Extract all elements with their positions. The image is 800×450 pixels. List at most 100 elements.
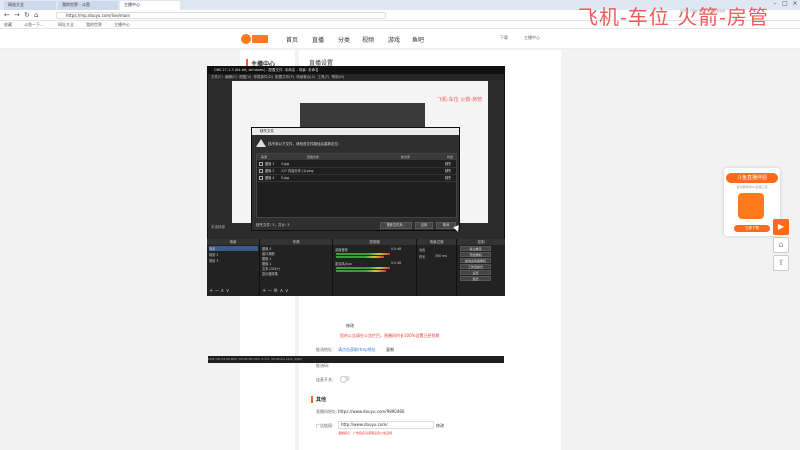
source-controls[interactable]: + − ⚙ ∧ ∨ — [262, 288, 289, 294]
push-url-link[interactable]: 请点击获取rtmp地址 — [338, 347, 376, 353]
mic-toggle-label: 连麦开关: — [316, 377, 334, 382]
obs-menu-item[interactable]: 视图(V) — [239, 75, 251, 79]
room-url: https://www.douyu.com/9890466 — [338, 409, 405, 414]
push-url-label: 推流地址: — [316, 347, 334, 352]
dock-title: 场景 — [207, 239, 259, 245]
browser-tab[interactable]: 我的世界 - 斗鱼 — [58, 1, 118, 10]
douyu-logo[interactable] — [240, 32, 270, 46]
dock-title: 混音器 — [333, 239, 416, 245]
site-header: 首页 直播 分类 视频 HOT 游戏 NEW 鱼吧 下载 主播中心 — [0, 29, 800, 68]
obs-menu-item[interactable]: 编辑(E) — [225, 75, 237, 79]
scene-item[interactable]: 场景 3 — [209, 258, 218, 263]
scene-controls[interactable]: + − ∧ ∨ — [209, 288, 229, 294]
missing-files-dialog[interactable]: 缺失文件 找不到以下文件，请检查文件路径后重新定位： 来源 原始文件 新文件 状… — [251, 127, 460, 231]
nav-live[interactable]: 直播 — [312, 35, 324, 44]
push-code-label: 推流码: — [316, 363, 330, 368]
preview-overlay-text: 飞机-车位 火箭-房管 — [437, 97, 483, 103]
obs-menu-item[interactable]: 场景集合(S) — [296, 75, 315, 79]
source-item[interactable]: 显示器采集 — [262, 271, 278, 276]
maximize-icon[interactable]: □ — [780, 0, 790, 8]
nav-video[interactable]: 视频 — [362, 35, 374, 44]
browser-tab-active[interactable]: 主播中心 — [120, 1, 180, 10]
bookmark-item[interactable]: 收藏 — [4, 22, 12, 28]
bookmark-item[interactable]: 斗鱼一下... — [24, 22, 44, 28]
ad-link-label: 广告链接: — [316, 423, 334, 428]
close-icon[interactable]: × — [790, 0, 800, 8]
transitions-dock: 场景过渡 淡出 时长 300 ms — [417, 239, 457, 296]
apply-button[interactable]: 应用 — [415, 222, 433, 229]
table-row[interactable]: 图像 2 117 内容分享 (1).png 缺失 — [257, 168, 456, 175]
stream-overlay-sub: 已开启上传和下载，无需再次请求 — [680, 9, 726, 13]
mixer-channel-db: 0.0 dB — [391, 261, 402, 265]
ad-link-input[interactable]: http://www.douyu.com/ — [338, 421, 434, 429]
studio-mode-button[interactable]: 工作室模式 — [460, 264, 491, 269]
home-float-icon[interactable]: ⌂ — [773, 237, 789, 253]
transition-select[interactable]: 淡出 — [419, 247, 425, 252]
settings-button[interactable]: 设置 — [460, 270, 491, 275]
ad-link-note: 温馨提示：广告链接请谨慎设置以免违规 — [338, 431, 393, 435]
nav-category[interactable]: 分类 — [338, 35, 350, 44]
table-header: 原始文件 — [277, 154, 365, 160]
table-row[interactable]: 图像 4 5.jpg 缺失 — [257, 175, 456, 182]
promo-subtitle: 官方推荐的PC直播工具 — [736, 185, 768, 189]
dock-title: 场景过渡 — [417, 239, 456, 245]
controls-dock: 控制 停止推流 开始录制 启动虚拟摄像机 工作室模式 设置 退出 — [457, 239, 505, 296]
bookmark-item[interactable]: 我的世界 — [86, 22, 102, 28]
exit-button[interactable]: 退出 — [460, 276, 491, 281]
checkbox[interactable] — [259, 169, 263, 173]
duration-input[interactable]: 300 ms — [435, 254, 447, 258]
table-header: 来源 — [257, 154, 277, 160]
nav-fishbar[interactable]: 鱼吧 — [412, 35, 424, 44]
audio-meter — [336, 256, 384, 258]
promo-download-button[interactable]: 立即下载 — [734, 225, 770, 232]
promo-widget[interactable]: 斗鱼直播伴侣 官方推荐的PC直播工具 立即下载 — [724, 168, 780, 236]
home-icon[interactable]: ⌂ — [34, 11, 38, 19]
play-icon[interactable]: ▶ — [773, 219, 789, 235]
dialog-footer-count: 缺失文件: 3，共计: 3 — [256, 223, 290, 227]
promo-app-icon — [738, 193, 764, 219]
mixer-channel-name: 麦克风/Aux — [335, 262, 352, 266]
copy-button[interactable]: 复制 — [386, 347, 394, 353]
obs-menu-item[interactable]: 文件(F) — [211, 75, 223, 79]
mixer-channel-name: 桌面音频 — [335, 248, 348, 252]
obs-menu-item[interactable]: 工具(T) — [317, 75, 329, 79]
reload-icon[interactable]: ↻ — [24, 11, 30, 19]
tab-label: 网站大全 — [8, 2, 24, 7]
checkbox[interactable] — [259, 176, 263, 180]
modify-button[interactable]: 修改 — [436, 423, 444, 429]
nav-home[interactable]: 首页 — [286, 35, 298, 44]
audio-meter — [336, 270, 386, 272]
obs-menu-item[interactable]: 配置文件(P) — [275, 75, 294, 79]
warning-text: 您的公告请在公告栏目，直播间时长100%设置已经到期 — [340, 333, 440, 338]
table-header: 状态 — [447, 154, 456, 160]
start-recording-button[interactable]: 开始录制 — [460, 252, 491, 257]
scene-item[interactable]: 场景 2 — [209, 252, 218, 257]
scene-item[interactable]: 场景 — [209, 246, 258, 251]
share-icon[interactable]: ⇪ — [773, 255, 789, 271]
bookmark-item[interactable]: 网址大全 — [58, 22, 74, 28]
forward-icon[interactable]: → — [14, 11, 20, 19]
obs-menu-item[interactable]: 停靠部件(D) — [254, 75, 273, 79]
download-link[interactable]: 下载 — [500, 35, 508, 41]
browser-tab[interactable]: 网站大全 — [4, 1, 56, 10]
nav-game[interactable]: 游戏 — [388, 35, 400, 44]
minimize-icon[interactable]: – — [770, 0, 780, 8]
obs-menu-item[interactable]: 帮助(H) — [332, 75, 344, 79]
virtual-camera-button[interactable]: 启动虚拟摄像机 — [460, 258, 491, 263]
url-input[interactable]: https://mp.douyu.com/live/main — [56, 12, 386, 19]
checkbox[interactable] — [259, 162, 263, 166]
back-icon[interactable]: ← — [4, 11, 10, 19]
mic-toggle[interactable] — [340, 376, 350, 383]
stop-streaming-button[interactable]: 停止推流 — [460, 246, 491, 251]
obs-menu-bar: 文件(F) 编辑(E) 视图(V) 停靠部件(D) 配置文件(P) 场景集合(S… — [208, 74, 504, 80]
audio-meter — [336, 267, 390, 269]
table-row[interactable]: 图像 1 3.jpg 缺失 — [257, 161, 456, 168]
notice-label: 修改 — [346, 323, 354, 328]
duration-label: 时长 — [419, 255, 426, 259]
missing-files-table: 来源 原始文件 新文件 状态 图像 1 3.jpg 缺失 图像 2 117 内容… — [256, 153, 457, 218]
mixer-channel-db: 0.0 dB — [391, 247, 402, 251]
search-folder-button[interactable]: 搜索文件夹... — [380, 222, 412, 229]
bookmark-item[interactable]: 主播中心 — [114, 22, 130, 28]
anchor-center-link[interactable]: 主播中心 — [524, 35, 540, 41]
warning-icon — [256, 139, 266, 147]
